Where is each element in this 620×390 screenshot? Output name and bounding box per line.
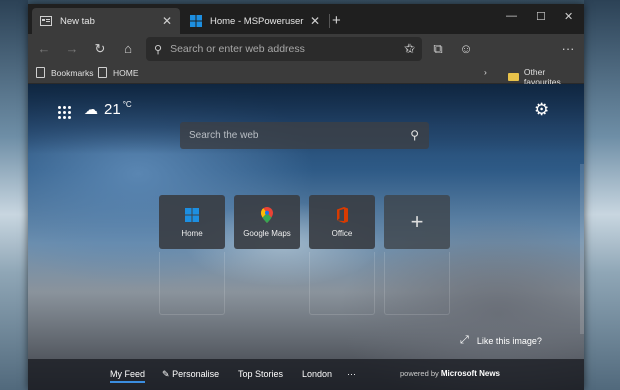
- page-scrollbar[interactable]: [580, 164, 584, 334]
- favourite-label: Bookmarks: [51, 67, 94, 78]
- chevron-right-icon[interactable]: ›: [484, 67, 487, 77]
- feedback-icon[interactable]: ☺: [458, 41, 474, 56]
- empty-tile-slot: [309, 252, 375, 315]
- cloud-sun-icon: ☁: [84, 101, 98, 117]
- powered-by-label: powered by: [400, 369, 439, 378]
- windows-logo-icon: [190, 15, 202, 27]
- favourite-label: HOME: [113, 67, 139, 78]
- empty-tile-slot: [159, 252, 225, 315]
- quick-link-label: Home: [181, 229, 203, 238]
- quick-link-google-maps[interactable]: Google Maps: [234, 195, 300, 249]
- new-tab-button[interactable]: +: [332, 12, 341, 29]
- address-placeholder: Search or enter web address: [170, 43, 305, 55]
- tab-title: Home - MSPoweruser: [210, 15, 304, 27]
- google-maps-icon: [234, 204, 300, 226]
- expand-arrow-icon: ⤢: [460, 334, 469, 346]
- browser-window: New tab ✕ Home - MSPoweruser ✕ + — ☐ ✕ ←…: [28, 4, 584, 390]
- web-search-box[interactable]: Search the web ⚲: [180, 122, 429, 149]
- search-icon: ⚲: [154, 43, 163, 56]
- folder-icon: [508, 73, 519, 81]
- news-attribution: powered by Microsoft News: [400, 369, 500, 378]
- new-tab-page: ☁ 21 °C ⚙ Search the web ⚲ Home Google M…: [28, 84, 584, 390]
- collections-icon[interactable]: ⧉: [430, 41, 446, 57]
- page-icon: [98, 67, 107, 78]
- app-launcher-icon[interactable]: [58, 106, 71, 119]
- tab-divider: [329, 14, 330, 28]
- empty-tile-slot: [384, 252, 450, 315]
- quick-link-home[interactable]: Home: [159, 195, 225, 249]
- news-provider: Microsoft News: [440, 369, 500, 378]
- personalise-label: Personalise: [172, 369, 220, 379]
- tab-title: New tab: [60, 15, 95, 27]
- favourite-home[interactable]: HOME: [98, 67, 139, 78]
- news-bar: My Feed ✎ Personalise Top Stories London…: [28, 359, 584, 390]
- quick-link-label: Office: [331, 229, 353, 238]
- windows-logo-icon: [159, 204, 225, 226]
- favourites-icon[interactable]: ✩: [402, 41, 418, 57]
- close-window-icon[interactable]: ✕: [564, 10, 573, 23]
- more-options-icon[interactable]: ···: [560, 41, 576, 56]
- desktop-background-right: [584, 0, 620, 390]
- temperature: 21: [104, 101, 121, 118]
- tab-mspoweruser[interactable]: Home - MSPoweruser ✕: [182, 8, 328, 34]
- refresh-icon[interactable]: ↻: [92, 41, 108, 57]
- temperature-unit: °C: [122, 100, 132, 109]
- quick-link-label: Google Maps: [243, 229, 291, 238]
- minimize-icon[interactable]: —: [506, 10, 517, 22]
- plus-icon: +: [410, 209, 424, 234]
- more-tabs-icon[interactable]: ···: [347, 369, 356, 379]
- search-icon[interactable]: ⚲: [410, 128, 419, 142]
- quick-link-office[interactable]: Office: [309, 195, 375, 249]
- personalise-link[interactable]: ✎ Personalise: [162, 369, 219, 380]
- add-quick-link-button[interactable]: +: [384, 195, 450, 249]
- like-image-label: Like this image?: [476, 335, 542, 346]
- favourites-bar: Bookmarks HOME › Other favourites: [28, 64, 584, 87]
- toolbar: ← → ↻ ⌂ ⚲ Search or enter web address ☆ …: [28, 34, 584, 64]
- newtab-icon: [40, 15, 52, 27]
- back-icon[interactable]: ←: [36, 41, 52, 56]
- close-tab-icon[interactable]: ✕: [162, 14, 172, 28]
- address-bar[interactable]: ⚲ Search or enter web address ☆: [146, 37, 422, 61]
- page-icon: [36, 67, 45, 78]
- tab-top-stories[interactable]: Top Stories: [238, 369, 283, 379]
- tab-new-tab[interactable]: New tab ✕: [32, 8, 180, 34]
- tab-my-feed[interactable]: My Feed: [110, 369, 146, 383]
- search-placeholder: Search the web: [189, 130, 259, 141]
- office-logo-icon: [309, 204, 375, 226]
- maximize-icon[interactable]: ☐: [536, 10, 546, 23]
- favourite-bookmarks[interactable]: Bookmarks: [36, 67, 94, 78]
- forward-icon[interactable]: →: [64, 41, 80, 56]
- weather-widget[interactable]: ☁ 21 °C: [84, 100, 132, 118]
- tab-london[interactable]: London: [302, 369, 332, 379]
- tab-bar: New tab ✕ Home - MSPoweruser ✕ + — ☐ ✕: [28, 4, 584, 34]
- pencil-icon: ✎: [162, 369, 170, 379]
- desktop-background-left: [0, 0, 28, 390]
- close-tab-icon[interactable]: ✕: [310, 14, 320, 28]
- home-icon[interactable]: ⌂: [120, 41, 136, 56]
- like-image-link[interactable]: ⤢ Like this image?: [460, 334, 542, 347]
- gear-icon[interactable]: ⚙: [534, 100, 549, 120]
